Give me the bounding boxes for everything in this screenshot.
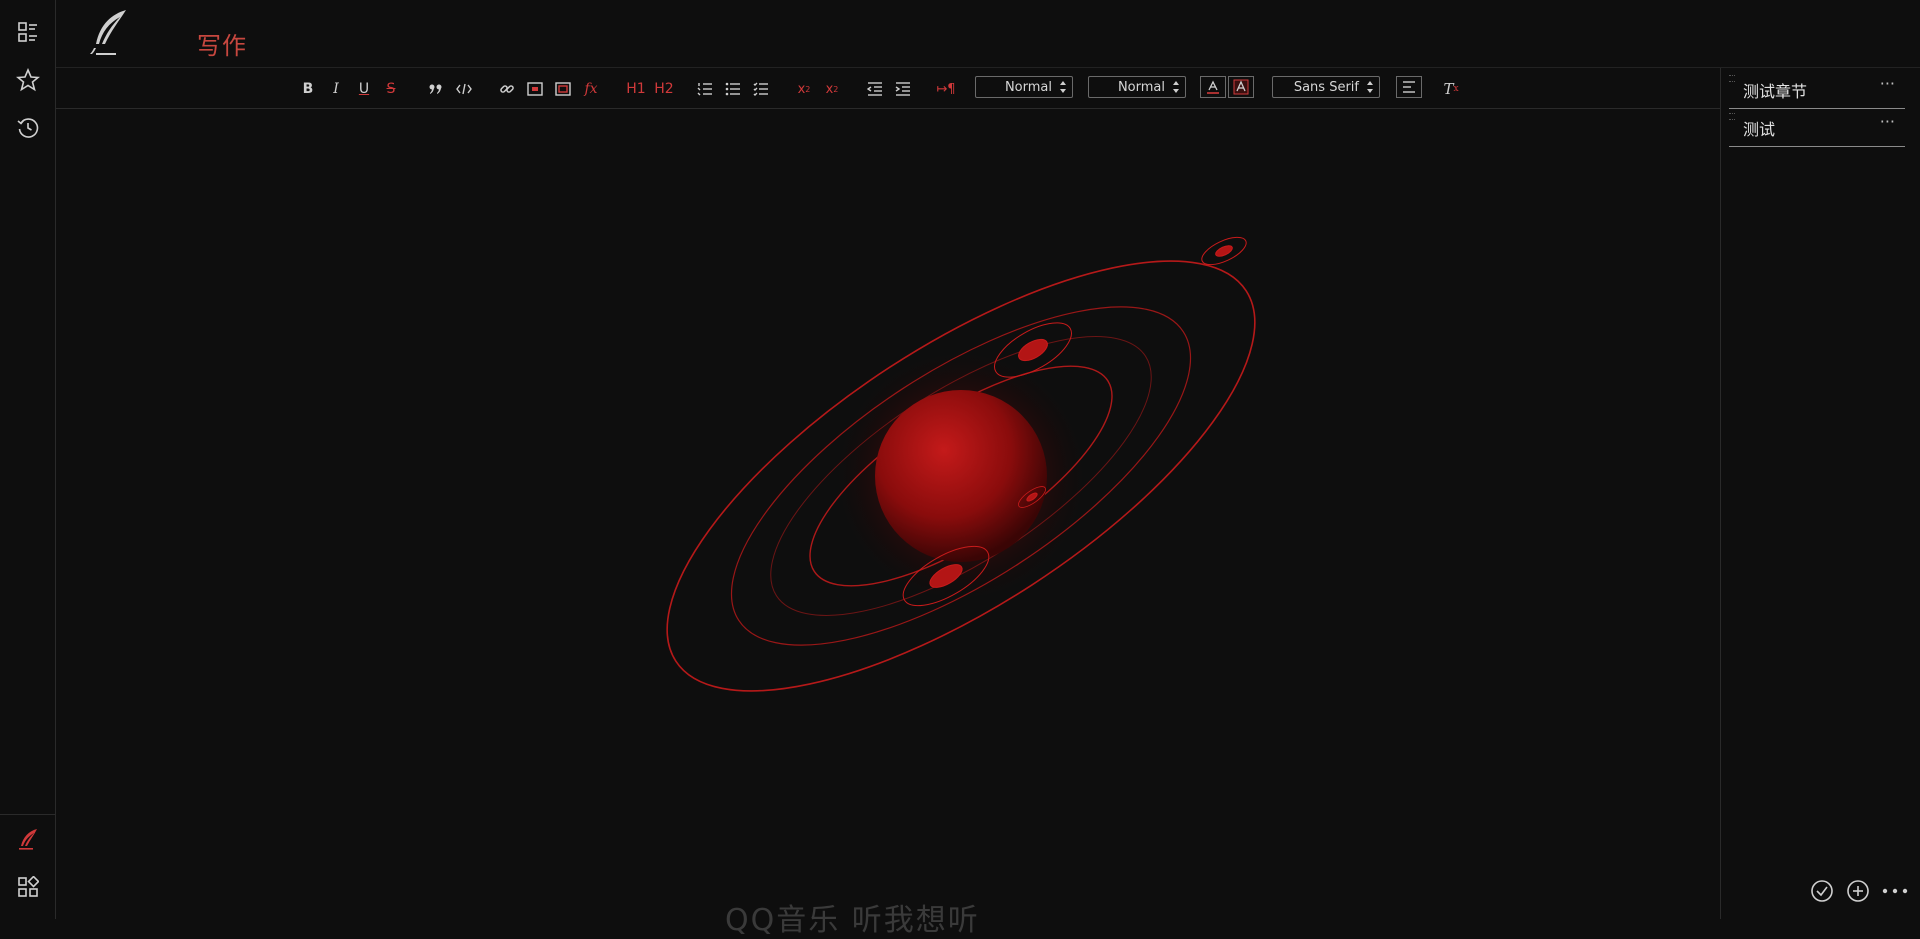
outline-list-icon[interactable]: [13, 17, 43, 47]
rail-divider: [0, 814, 55, 815]
chapter-item[interactable]: 测试章节 ···: [1729, 72, 1905, 109]
header-2-button[interactable]: H2: [651, 78, 677, 100]
strikethrough-button[interactable]: S: [380, 78, 402, 100]
add-circle-icon[interactable]: [1845, 878, 1871, 904]
app-title: 写作: [197, 32, 247, 60]
apps-grid-icon[interactable]: [13, 872, 43, 902]
size-select-value: Normal: [1117, 79, 1165, 95]
star-icon[interactable]: [13, 65, 43, 95]
clear-format-icon[interactable]: Tx: [1440, 78, 1462, 100]
more-options-icon[interactable]: ···: [1880, 74, 1895, 93]
header-select-value: Normal: [1004, 79, 1052, 95]
chapter-panel: 测试章节 ··· 测试 ···: [1720, 68, 1920, 919]
link-icon[interactable]: [496, 78, 518, 100]
check-circle-icon[interactable]: [1809, 878, 1835, 904]
align-left-icon[interactable]: [1396, 76, 1422, 98]
bullet-list-icon[interactable]: [722, 78, 744, 100]
background-color-icon[interactable]: [1228, 76, 1254, 98]
quill-pen-icon[interactable]: [13, 825, 43, 855]
left-icon-rail: [0, 0, 56, 919]
header-select[interactable]: Normal: [975, 76, 1073, 98]
header-1-button[interactable]: H1: [623, 78, 649, 100]
quill-logo-icon: [84, 8, 130, 58]
music-footer-text: QQ音乐 听我想听: [725, 903, 980, 938]
editor-toolbar: B I U S fx H1 H2 x2 x2 ↦¶ Normal Normal: [56, 68, 1720, 109]
font-family-select-value: Sans Serif: [1293, 79, 1359, 95]
formula-button[interactable]: fx: [580, 78, 602, 100]
italic-button[interactable]: I: [325, 78, 347, 100]
drag-handle-icon[interactable]: [1729, 113, 1735, 120]
more-horizontal-icon[interactable]: [1880, 878, 1910, 904]
bold-button[interactable]: B: [297, 78, 319, 100]
check-list-icon[interactable]: [750, 78, 772, 100]
underline-button[interactable]: U: [353, 78, 375, 100]
code-block-icon[interactable]: [453, 78, 475, 100]
subscript-icon[interactable]: x2: [793, 78, 815, 100]
font-family-select[interactable]: Sans Serif: [1272, 76, 1380, 98]
font-color-icon[interactable]: [1200, 76, 1226, 98]
drag-handle-icon[interactable]: [1729, 75, 1735, 82]
blockquote-icon[interactable]: [425, 78, 447, 100]
chapter-item[interactable]: 测试 ···: [1729, 110, 1905, 147]
chapter-label: 测试: [1743, 120, 1776, 139]
indent-icon[interactable]: [892, 78, 914, 100]
planet-orbit-illustration: [636, 214, 1376, 694]
video-icon[interactable]: [552, 78, 574, 100]
text-direction-icon[interactable]: ↦¶: [935, 78, 957, 100]
history-clock-icon[interactable]: [13, 113, 43, 143]
outdent-icon[interactable]: [864, 78, 886, 100]
image-icon[interactable]: [524, 78, 546, 100]
superscript-icon[interactable]: x2: [821, 78, 843, 100]
chapter-label: 测试章节: [1743, 82, 1808, 101]
app-header: 写作: [56, 0, 1920, 68]
editor-area[interactable]: [56, 109, 1720, 919]
ordered-list-icon[interactable]: [694, 78, 716, 100]
more-options-icon[interactable]: ···: [1880, 112, 1895, 131]
size-select[interactable]: Normal: [1088, 76, 1186, 98]
